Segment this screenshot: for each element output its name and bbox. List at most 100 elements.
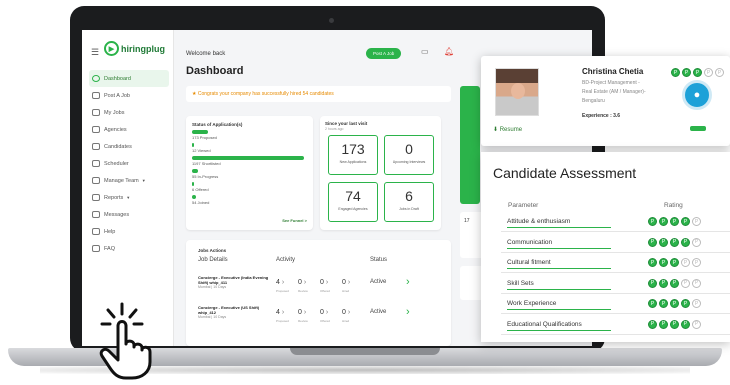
activity-cell[interactable]: 0 › Review — [298, 271, 320, 293]
brand-logo[interactable]: ▶ hiringplug — [104, 41, 165, 56]
hamburger-icon[interactable]: ☰ — [91, 47, 99, 58]
rating-star-icon: P — [671, 68, 680, 77]
candidate-location: Bengaluru — [582, 98, 605, 104]
dashboard-icon — [92, 75, 100, 82]
sidebar-item-help[interactable]: Help — [89, 223, 169, 240]
rating-star-icon: P — [681, 258, 690, 267]
activity-label: Proposed — [276, 289, 289, 293]
assessment-rating: PPPPP — [648, 258, 703, 267]
agencies-icon — [92, 126, 100, 133]
activity-cell[interactable]: 0 › Hired — [342, 301, 364, 323]
rating-star-icon: P — [648, 237, 657, 247]
status-bar — [192, 169, 198, 173]
sidebar-item-label: FAQ — [104, 245, 116, 252]
rating-star-icon: P — [670, 278, 679, 288]
last-visit-card: Since your last visit 2 hours ago 173 Ne… — [320, 116, 441, 230]
rating-star-icon: P — [692, 278, 701, 288]
candidate-profile-card: ⬇ Resume Christina Chetia BD-Project Man… — [481, 56, 730, 146]
sidebar-item-agencies[interactable]: Agencies — [89, 121, 169, 138]
metric-label: Upcoming Interviews — [392, 160, 426, 164]
job-title[interactable]: Concierge - Executive (India Evening Shi… — [198, 275, 276, 290]
activity-cell[interactable]: 0 › Offered — [320, 271, 342, 293]
activity-cell[interactable]: 4 › Proposed — [276, 301, 298, 323]
sidebar-item-manage-team[interactable]: Manage Team ▼ — [89, 172, 169, 189]
sidebar-item-dashboard[interactable]: Dashboard — [89, 70, 169, 87]
sidebar-item-label: Manage Team — [104, 177, 139, 184]
metric-upcoming-interviews[interactable]: 0 Upcoming Interviews — [384, 135, 434, 175]
activity-cell[interactable]: 0 › Review — [298, 301, 320, 323]
metric-value: 173 — [341, 141, 365, 157]
rating-star-icon: P — [648, 217, 657, 226]
resume-link[interactable]: ⬇ Resume — [493, 126, 522, 133]
col-status: Status — [370, 257, 388, 263]
see-funnel-link[interactable]: See Funnel > — [282, 218, 307, 223]
activity-cell[interactable]: 0 › Hired — [342, 271, 364, 293]
last-visit-subtitle: 2 hours ago — [325, 127, 344, 131]
activity-cell[interactable]: 0 › Offered — [320, 301, 342, 323]
rating-star-icon: P — [681, 217, 690, 226]
chevron-right-icon: › — [301, 279, 307, 286]
jobs-table-header: Job Details Activity Status — [198, 257, 439, 263]
sidebar-item-scheduler[interactable]: Scheduler — [89, 155, 169, 172]
rating-star-icon: P — [659, 299, 668, 308]
metric-new-applications[interactable]: 173 New Applications — [328, 135, 378, 175]
open-job-chevron-icon[interactable]: › — [406, 276, 410, 288]
sidebar-item-label: Messages — [104, 211, 130, 218]
rating-star-icon: P — [692, 217, 701, 226]
notification-bell-icon[interactable]: 🔔︎ — [444, 47, 454, 56]
chevron-right-icon: › — [323, 309, 329, 316]
sidebar-item-label: Dashboard — [104, 75, 131, 82]
parameter-header: Parameter — [508, 202, 539, 209]
chevron-down-icon: ▼ — [126, 195, 131, 200]
assessment-row: Educational Qualifications P P P P P — [501, 317, 730, 335]
sidebar-item-post-a-job[interactable]: Post A Job — [89, 87, 169, 104]
sidebar-item-candidates[interactable]: Candidates — [89, 138, 169, 155]
sidebar-item-my-jobs[interactable]: My Jobs — [89, 104, 169, 121]
rating-star-icon: P — [681, 237, 690, 247]
assessment-parameter: Work Experience — [507, 300, 611, 310]
assessment-rating: PPPPP — [648, 299, 703, 308]
rating-star-icon: P — [648, 299, 657, 308]
rating-star-icon: P — [681, 278, 690, 288]
post-job-button[interactable]: Post A Job — [366, 48, 402, 59]
assessment-row: Cultural fitment P P P P P — [501, 255, 730, 273]
avatar — [495, 68, 539, 116]
chevron-right-icon: › — [279, 279, 285, 286]
badge-button[interactable] — [690, 126, 706, 131]
rating-star-icon: P — [659, 258, 668, 267]
chevron-down-icon: ▼ — [141, 178, 146, 183]
activity-cell[interactable]: 4 › Proposed — [276, 271, 298, 293]
sidebar-item-faq[interactable]: FAQ — [89, 240, 169, 257]
sidebar-item-reports[interactable]: Reports ▼ — [89, 189, 169, 206]
assessment-parameter: Communication — [507, 239, 611, 249]
job-title[interactable]: Concierge - Executive (US Shift) whip_41… — [198, 305, 276, 320]
assessment-parameter: Cultural fitment — [507, 259, 611, 269]
rating-star-icon: P — [659, 319, 668, 329]
open-job-chevron-icon[interactable]: › — [406, 306, 410, 318]
team-icon — [92, 177, 100, 184]
chat-icon[interactable]: ▭ — [421, 47, 429, 56]
brand-name: hiringplug — [121, 43, 165, 54]
sidebar-item-messages[interactable]: Messages — [89, 206, 169, 223]
assessment-row: Communication P P P P P — [501, 235, 730, 253]
metric-engaged-agencies[interactable]: 74 Engaged Agencies — [328, 182, 378, 222]
activity-label: Hired — [342, 289, 350, 293]
rating-star-icon: P — [648, 278, 657, 288]
rating-header: Rating — [664, 202, 683, 209]
rating-star-icon: P — [692, 258, 701, 267]
background-card-number: 17 — [464, 218, 470, 224]
metric-jobs-in-draft[interactable]: 6 Jobs in Draft — [384, 182, 434, 222]
sidebar-item-label: Help — [104, 228, 116, 235]
metric-label: New Applications — [339, 160, 367, 164]
status-label: 54 Joined — [192, 200, 210, 205]
rating-star-icon: P — [670, 299, 679, 308]
assessment-title: Candidate Assessment — [493, 165, 637, 181]
messages-icon — [92, 211, 100, 218]
status-row: 54 Joined — [192, 195, 307, 205]
sidebar-item-label: Post A Job — [104, 92, 130, 99]
status-row: 173 Proposed — [192, 130, 307, 140]
table-row: Concierge - Executive (India Evening Shi… — [198, 271, 439, 293]
rating-star-icon: P — [704, 68, 713, 77]
rating-star-icon: P — [681, 299, 690, 308]
sidebar-item-label: Scheduler — [104, 160, 129, 167]
